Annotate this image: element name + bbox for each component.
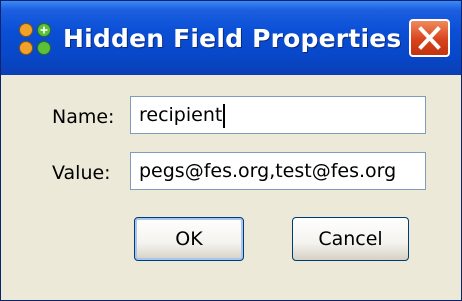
dialog-window: Hidden Field Properties Name: recipient … — [0, 0, 462, 301]
app-icon — [17, 21, 53, 57]
close-button[interactable] — [409, 19, 450, 57]
name-input[interactable]: recipient — [130, 96, 426, 134]
name-label: Name: — [52, 106, 115, 128]
value-label: Value: — [52, 162, 111, 184]
close-icon — [418, 26, 441, 50]
title-bar[interactable]: Hidden Field Properties — [1, 1, 461, 75]
value-input-text: pegs@fes.org,test@fes.org — [139, 160, 397, 182]
dialog-body: Name: recipient Value: pegs@fes.org,test… — [1, 75, 461, 300]
value-input[interactable]: pegs@fes.org,test@fes.org — [130, 152, 426, 190]
text-caret — [223, 103, 226, 128]
ok-button[interactable]: OK — [134, 217, 244, 261]
name-input-text: recipient — [139, 104, 223, 126]
dialog-title: Hidden Field Properties — [63, 24, 402, 53]
cancel-button[interactable]: Cancel — [292, 217, 409, 261]
